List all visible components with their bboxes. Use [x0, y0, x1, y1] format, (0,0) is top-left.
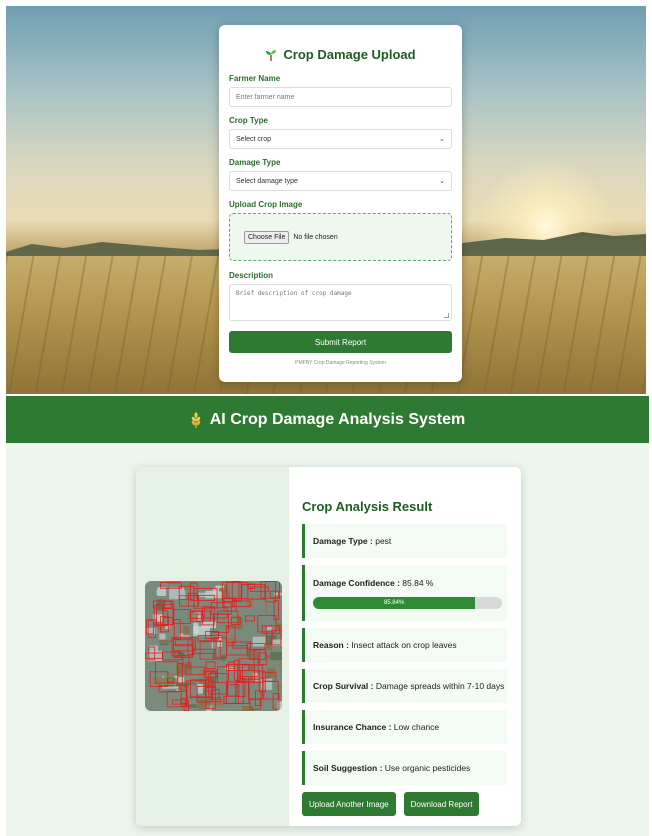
- submit-report-button[interactable]: Submit Report: [229, 331, 452, 353]
- image-texture: [198, 670, 213, 675]
- damage-type-value: Select damage type: [236, 177, 298, 185]
- description-textarea[interactable]: Brief description of crop damage: [229, 284, 452, 321]
- image-texture: [225, 625, 238, 629]
- ai-header-title: AI Crop Damage Analysis System: [209, 410, 466, 428]
- image-texture: [185, 704, 198, 708]
- insurance-chance-row: Insurance Chance : Low chance: [302, 710, 507, 744]
- image-texture: [280, 666, 282, 676]
- chevron-down-icon: ⌄: [439, 136, 445, 143]
- crop-type-label: Crop Type: [229, 116, 268, 125]
- analysis-result-card: Crop Analysis Result Damage Type : pest …: [136, 467, 521, 826]
- insurance-value: Low chance: [393, 722, 440, 732]
- choose-file-button[interactable]: Choose File: [244, 230, 290, 244]
- image-texture: [187, 612, 198, 621]
- confidence-value: 85.84 %: [402, 577, 434, 588]
- image-texture: [197, 698, 211, 710]
- farmer-name-label: Farmer Name: [229, 74, 281, 83]
- result-actions: Upload Another Image Download Report: [302, 792, 507, 816]
- image-texture: [279, 661, 282, 667]
- survival-value: Damage spreads within 7-10 days: [375, 681, 505, 691]
- results-section: Crop Analysis Result Damage Type : pest …: [6, 443, 649, 836]
- soil-suggestion-row: Soil Suggestion : Use organic pesticides: [302, 751, 507, 785]
- ai-analysis-header: AI Crop Damage Analysis System: [6, 396, 649, 443]
- farmer-name-input[interactable]: Enter farmer name: [229, 87, 452, 107]
- detection-box: [244, 615, 256, 622]
- detection-box: [205, 661, 216, 669]
- damage-confidence-row: Damage Confidence : 85.84 % 85.84%: [302, 565, 507, 621]
- chevron-down-icon: ⌄: [439, 178, 445, 185]
- damage-type-result: pest: [375, 536, 392, 546]
- insurance-key: Insurance Chance :: [313, 722, 392, 732]
- image-texture: [267, 668, 276, 678]
- image-texture: [275, 623, 282, 631]
- image-texture: [159, 633, 166, 640]
- confidence-key: Damage Confidence :: [313, 577, 400, 588]
- farmer-name-placeholder: Enter farmer name: [236, 93, 295, 101]
- confidence-progress-bar: 85.84%: [313, 596, 502, 609]
- survival-key: Crop Survival :: [313, 681, 374, 691]
- crop-survival-row: Crop Survival : Damage spreads within 7-…: [302, 669, 507, 703]
- image-texture: [197, 683, 203, 694]
- image-texture: [163, 675, 175, 687]
- detection-box: [226, 645, 249, 656]
- image-texture: [159, 643, 169, 646]
- detection-box: [235, 682, 250, 704]
- sprout-icon: [266, 49, 277, 61]
- image-texture: [153, 677, 163, 685]
- download-report-button[interactable]: Download Report: [403, 792, 480, 816]
- form-footer: PMFBY Crop Damage Reporting System: [295, 360, 386, 366]
- soil-value: Use organic pesticides: [384, 763, 471, 773]
- image-texture: [219, 587, 229, 592]
- image-texture: [156, 589, 162, 595]
- image-texture: [277, 701, 282, 711]
- damage-type-row: Damage Type : pest: [302, 524, 507, 558]
- image-texture: [205, 590, 222, 599]
- damage-type-select[interactable]: Select damage type ⌄: [229, 171, 452, 191]
- upload-another-image-button[interactable]: Upload Another Image: [302, 792, 396, 816]
- damage-type-key: Damage Type :: [313, 536, 373, 546]
- result-details: Crop Analysis Result Damage Type : pest …: [289, 467, 521, 826]
- image-texture: [242, 706, 254, 711]
- form-title: Crop Damage Upload: [229, 47, 452, 62]
- image-texture: [252, 636, 266, 647]
- confidence-progress-fill: 85.84%: [313, 596, 476, 609]
- description-placeholder: Brief description of crop damage: [236, 290, 352, 297]
- detection-box: [180, 697, 186, 707]
- no-file-text: No file chosen: [293, 233, 338, 241]
- reason-value: Insect attack on crop leaves: [351, 640, 457, 650]
- detection-box: [166, 690, 187, 708]
- image-texture: [159, 639, 173, 643]
- image-texture: [264, 602, 268, 614]
- description-label: Description: [229, 271, 274, 280]
- image-panel: [136, 467, 289, 826]
- image-texture: [169, 587, 186, 600]
- damage-type-label: Damage Type: [229, 158, 281, 167]
- image-texture: [145, 627, 158, 635]
- analyzed-crop-image: [145, 581, 282, 711]
- image-texture: [267, 654, 272, 659]
- upload-image-label: Upload Crop Image: [229, 200, 303, 209]
- image-texture: [248, 665, 254, 671]
- detection-box: [231, 581, 240, 601]
- file-drop-zone[interactable]: Choose File No file chosen: [229, 213, 452, 261]
- soil-key: Soil Suggestion :: [313, 763, 383, 773]
- reason-row: Reason : Insect attack on crop leaves: [302, 628, 507, 662]
- image-texture: [183, 581, 194, 591]
- image-texture: [270, 651, 282, 661]
- crop-type-select[interactable]: Select crop ⌄: [229, 129, 452, 149]
- result-title: Crop Analysis Result: [302, 499, 433, 514]
- crop-damage-upload-form: Crop Damage Upload Farmer Name Enter far…: [219, 25, 462, 382]
- image-texture: [246, 649, 258, 658]
- detection-overlay: [145, 581, 282, 711]
- resize-handle[interactable]: [444, 313, 449, 318]
- form-title-text: Crop Damage Upload: [283, 47, 416, 62]
- image-texture: [183, 625, 190, 636]
- detection-box: [199, 640, 221, 660]
- reason-key: Reason :: [313, 640, 349, 650]
- wheat-icon: [191, 411, 200, 428]
- crop-type-value: Select crop: [236, 135, 272, 143]
